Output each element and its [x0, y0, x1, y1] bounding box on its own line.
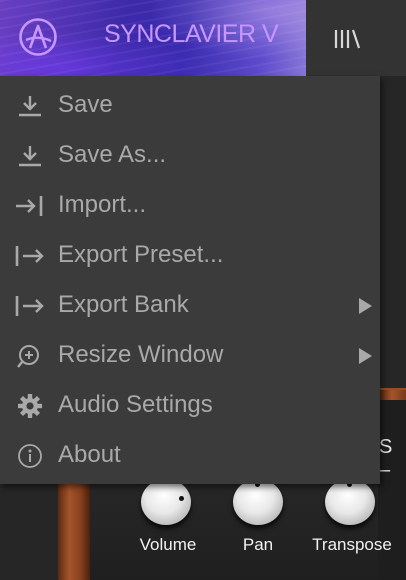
submenu-arrow-icon: [359, 348, 372, 364]
menu-item-export-preset[interactable]: Export Preset...: [0, 230, 380, 280]
export-icon: [15, 246, 44, 266]
wood-side-left: [58, 470, 90, 580]
gear-icon: [18, 394, 42, 418]
menu-item-resize-window[interactable]: Resize Window: [0, 330, 380, 380]
arturia-logo-icon[interactable]: [18, 17, 58, 57]
transpose-knob-label: Transpose: [312, 535, 392, 554]
menu-item-label: Save As...: [58, 141, 167, 168]
pan-knob[interactable]: [233, 479, 283, 525]
info-icon: [18, 444, 42, 468]
knob-indicator: [179, 496, 184, 501]
main-menu: Save Save As... Import... Export Preset.…: [0, 76, 380, 484]
volume-knob[interactable]: [141, 479, 191, 525]
menu-item-label: About: [58, 441, 121, 468]
menu-item-save[interactable]: Save: [0, 80, 380, 130]
menu-item-label: Save: [58, 91, 113, 118]
zoom-in-icon: [17, 345, 39, 368]
volume-knob-label: Volume: [139, 535, 197, 554]
menu-item-label: Export Preset...: [58, 241, 224, 268]
import-icon: [16, 196, 43, 216]
menu-item-import[interactable]: Import...: [0, 180, 380, 230]
pan-knob-label: Pan: [242, 535, 274, 554]
menu-item-export-bank[interactable]: Export Bank: [0, 280, 380, 330]
menu-item-save-as[interactable]: Save As...: [0, 130, 380, 180]
menu-item-label: Import...: [58, 191, 147, 218]
transpose-knob[interactable]: [325, 479, 375, 525]
library-icon: [334, 29, 361, 49]
menu-item-label: Export Bank: [58, 291, 189, 318]
menu-item-audio-settings[interactable]: Audio Settings: [0, 380, 380, 430]
product-name: SYNCLAVIER V: [104, 20, 279, 48]
menu-item-label: Audio Settings: [58, 391, 213, 418]
export-icon: [15, 296, 44, 316]
top-toolbar: SYNCLAVIER V: [0, 0, 406, 76]
product-banner[interactable]: SYNCLAVIER V: [0, 0, 306, 76]
section-label: S –: [379, 436, 393, 481]
library-button[interactable]: [306, 0, 406, 76]
download-icon: [19, 96, 41, 117]
menu-item-label: Resize Window: [58, 341, 224, 368]
submenu-arrow-icon: [359, 298, 372, 314]
menu-item-about[interactable]: About: [0, 430, 380, 480]
download-icon: [19, 146, 41, 167]
